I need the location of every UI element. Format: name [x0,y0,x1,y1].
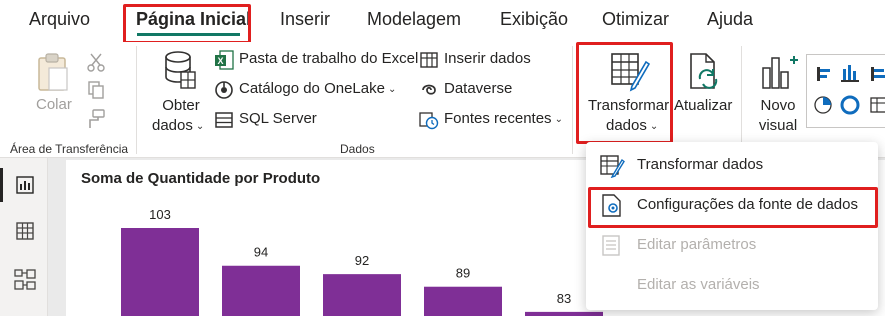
recent-sources-button[interactable]: Fontes recentes ⌄ [444,110,563,127]
format-painter-icon[interactable] [84,108,106,130]
copy-icon[interactable] [86,80,106,100]
active-view-indicator [0,168,3,202]
data-group-label: Dados [340,142,375,156]
get-data-icon [165,51,196,89]
visual-gallery-icons [814,65,885,115]
transform-data-label-line2: dados [606,117,647,134]
dataverse-icon [422,84,436,95]
new-visual-label-line2: visual [758,117,798,134]
recent-sources-icon [419,112,439,130]
menu-item-edit-parameters[interactable]: Editar parâmetros [586,225,878,265]
onelake-catalog-icon [215,81,233,99]
menu-item-label: Editar parâmetros [637,236,757,253]
chevron-down-icon: ⌄ [649,121,659,132]
ribbon-tab-bar: Arquivo Página Inicial Inserir Modelagem… [0,0,885,42]
get-data-label-line2: dados [152,117,193,134]
new-visual-button[interactable]: Novo [756,97,800,114]
chart-title: Soma de Quantidade por Produto [81,170,321,187]
menu-item-data-source-settings[interactable]: Configurações da fonte de dados [586,185,878,225]
chevron-down-icon: ⌄ [387,84,397,95]
recent-sources-label: Fontes recentes [444,110,552,127]
tab-modelagem[interactable]: Modelagem [367,9,461,30]
transform-data-dropdown[interactable]: dados ⌄ [606,117,658,134]
table-view-icon[interactable] [15,221,35,241]
sql-server-icon [215,112,233,128]
dataverse-button[interactable]: Dataverse [444,80,512,97]
donut-chart-icon [840,95,860,115]
group-divider [136,46,137,154]
clustered-bar-chart-icon [871,67,885,81]
menu-item-label: Transformar dados [637,156,764,173]
active-tab-underline [137,33,240,36]
get-data-label-line1: Obter [162,97,200,114]
svg-text:X: X [217,56,223,66]
tab-otimizar[interactable]: Otimizar [602,9,669,30]
data-source-settings-icon [602,194,621,217]
transform-data-icon [611,53,650,92]
refresh-icon [690,53,718,89]
stacked-column-chart-icon [841,65,859,82]
pie-chart-icon [814,96,832,114]
chevron-down-icon: ⌄ [554,114,563,125]
get-data-dropdown[interactable]: dados ⌄ [152,117,204,134]
enter-data-button[interactable]: Inserir dados [444,50,531,67]
transform-data-menu: Transformar dados Configurações da fonte… [586,142,878,310]
menu-item-transform-data[interactable]: Transformar dados [586,145,878,185]
group-divider [741,46,742,154]
transform-data-button[interactable]: Transformar [588,97,669,114]
transform-data-icon [600,155,625,178]
refresh-button[interactable]: Atualizar [674,97,732,114]
tab-inserir[interactable]: Inserir [280,9,330,30]
sql-server-button[interactable]: SQL Server [239,110,317,127]
new-visual-icon [762,56,798,89]
tab-ajuda[interactable]: Ajuda [707,9,753,30]
ribbon: Colar Área de Transferência Obter dados ⌄… [0,42,885,158]
excel-workbook-button[interactable]: Pasta de trabalho do Excel [239,50,418,67]
cut-icon[interactable] [86,52,106,72]
edit-parameters-icon [602,235,620,256]
tab-exibicao[interactable]: Exibição [500,9,568,30]
stacked-bar-chart-icon [817,67,830,81]
view-switcher [0,158,48,316]
menu-item-edit-variables[interactable]: Editar as variáveis [586,265,878,305]
tab-pagina-inicial[interactable]: Página Inicial [136,9,251,30]
group-divider [572,46,573,154]
chevron-down-icon: ⌄ [195,121,205,132]
onelake-catalog-label: Catálogo do OneLake [239,80,385,97]
tab-arquivo[interactable]: Arquivo [29,9,90,30]
get-data-button[interactable]: Obter [158,97,204,114]
excel-icon: X [215,50,234,70]
report-view-icon[interactable] [15,175,35,195]
paste-button[interactable]: Colar [36,96,72,113]
table-visual-icon [870,97,885,113]
model-view-icon[interactable] [14,268,36,290]
menu-item-label: Editar as variáveis [637,276,760,293]
enter-data-icon [420,52,438,68]
menu-item-label: Configurações da fonte de dados [637,196,858,213]
onelake-catalog-button[interactable]: Catálogo do OneLake ⌄ [239,80,396,97]
paste-icon [38,53,68,91]
visual-gallery [806,54,885,128]
clipboard-group-label: Área de Transferência [10,142,129,156]
